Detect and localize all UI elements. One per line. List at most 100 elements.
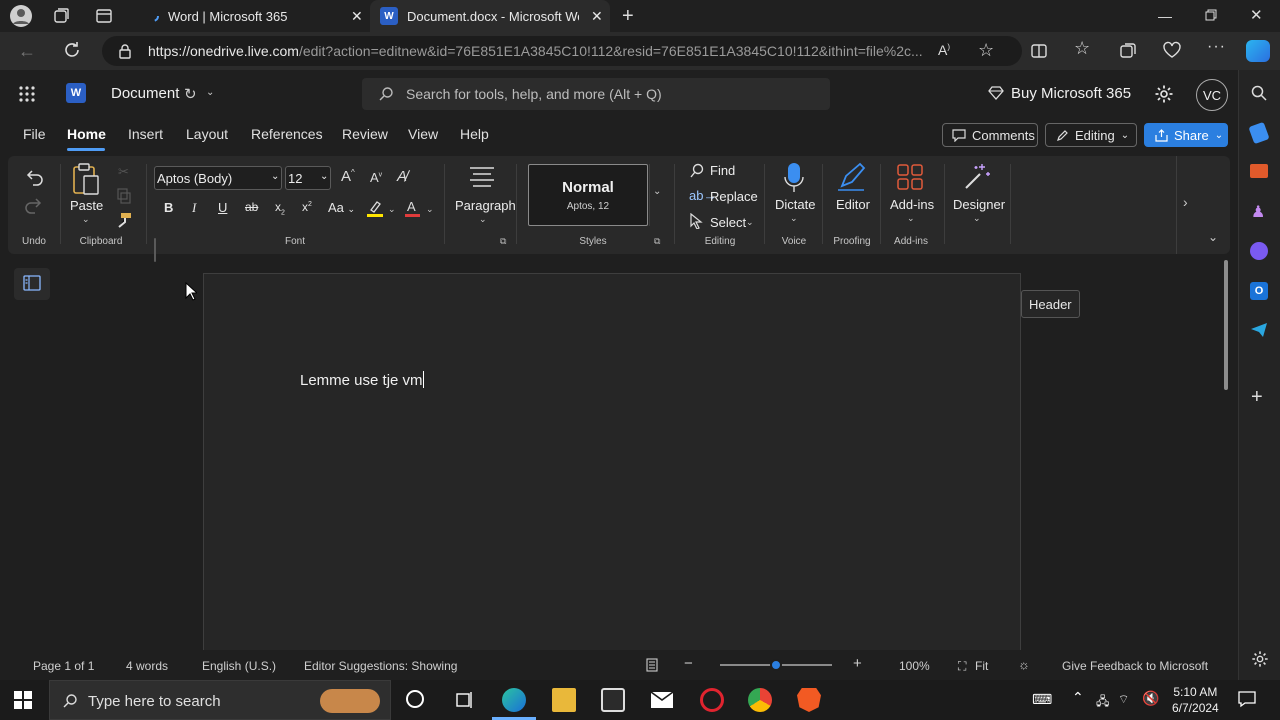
document-page[interactable]: Lemme use tje vm (203, 273, 1021, 693)
edge-taskbar-icon[interactable] (502, 688, 526, 712)
system-clock[interactable]: 5:10 AM 6/7/2024 (1172, 684, 1219, 716)
underline-icon[interactable]: U (218, 200, 227, 215)
font-name-combobox[interactable]: Aptos (Body) ⌄ (154, 166, 282, 190)
comments-button[interactable]: Comments (942, 123, 1038, 147)
shopping-tag-icon[interactable] (1248, 121, 1270, 145)
chrome-icon[interactable] (748, 688, 772, 712)
chevron-down-icon[interactable]: ⌄ (388, 204, 396, 215)
share-button[interactable]: Share ⌄ (1144, 123, 1228, 147)
font-color-icon[interactable]: A (404, 198, 422, 218)
buy-microsoft365-link[interactable]: Buy Microsoft 365 (1011, 85, 1131, 102)
add-sidebar-app-icon[interactable]: + (1251, 386, 1263, 409)
chevron-down-icon[interactable]: ⌄ (790, 213, 798, 224)
paste-icon[interactable] (70, 162, 102, 196)
dialog-launcher-icon[interactable]: ⧉ (500, 236, 506, 247)
paragraph-label[interactable]: Paragraph (455, 198, 516, 213)
find-button[interactable]: Find (710, 163, 735, 178)
addins-grid-icon[interactable] (896, 163, 924, 191)
vertical-scrollbar-thumb[interactable] (1224, 260, 1228, 390)
keyboard-icon[interactable]: ⌨ (1032, 691, 1052, 708)
restore-icon[interactable] (1204, 8, 1218, 22)
tab-word-microsoft365[interactable]: Word | Microsoft 365 ✕ (136, 0, 368, 32)
tab-help[interactable]: Help (460, 126, 489, 142)
give-feedback-link[interactable]: Give Feedback to Microsoft (1062, 659, 1208, 673)
new-tab-icon[interactable]: + (622, 5, 634, 28)
editor-button[interactable]: Editor (836, 197, 870, 212)
copilot-icon[interactable] (1246, 40, 1270, 62)
collections-icon[interactable] (1118, 41, 1138, 61)
search-tools-input[interactable]: Search for tools, help, and more (Alt + … (362, 78, 830, 110)
replace-button[interactable]: Replace (710, 189, 758, 204)
strikethrough-icon[interactable]: ab (245, 200, 258, 214)
refresh-icon[interactable] (62, 40, 82, 60)
find-icon[interactable] (688, 162, 706, 180)
minimize-icon[interactable]: — (1158, 8, 1172, 24)
chevron-down-icon[interactable]: ⌄ (82, 214, 90, 225)
microsoft-store-icon[interactable] (601, 688, 625, 712)
taskbar-search-input[interactable]: Type here to search (49, 680, 391, 720)
zoom-in-icon[interactable]: + (853, 655, 862, 672)
file-explorer-icon[interactable] (552, 688, 576, 712)
tab-review[interactable]: Review (342, 126, 388, 142)
chevron-down-icon[interactable]: ⌄ (206, 87, 214, 98)
more-menu-icon[interactable]: ··· (1207, 38, 1226, 56)
favorites-icon[interactable]: ☆ (1074, 38, 1090, 59)
chevron-down-icon[interactable]: ⌄ (426, 204, 434, 215)
close-tab-icon[interactable]: ✕ (351, 8, 363, 25)
zoom-percent[interactable]: 100% (899, 659, 930, 673)
url-bar[interactable]: https://onedrive.live.com/edit?action=ed… (102, 36, 1022, 66)
brightness-icon[interactable]: ☼ (1018, 657, 1030, 672)
dialog-launcher-icon[interactable]: ⧉ (654, 236, 660, 247)
wifi-icon[interactable]: ⌔ (1118, 692, 1129, 707)
sidebar-settings-icon[interactable] (1251, 650, 1269, 668)
paste-label[interactable]: Paste (70, 198, 103, 213)
collapse-ribbon-icon[interactable]: ⌄ (1208, 230, 1218, 244)
show-hidden-icons-chevron[interactable]: ⌃ (1072, 689, 1084, 706)
subscript-icon[interactable]: x2 (275, 200, 285, 216)
italic-icon[interactable]: I (192, 200, 196, 216)
favorite-star-icon[interactable]: ☆ (978, 40, 994, 61)
tab-actions-icon[interactable] (95, 7, 113, 25)
navigation-pane-button[interactable] (14, 268, 50, 300)
profile-icon[interactable] (10, 5, 32, 27)
redo-icon[interactable] (24, 196, 44, 214)
tab-layout[interactable]: Layout (186, 126, 228, 142)
browser-essentials-icon[interactable] (1162, 41, 1182, 59)
font-size-combobox[interactable]: 12 ⌄ (285, 166, 331, 190)
mail-icon[interactable] (650, 690, 674, 710)
volume-muted-icon[interactable]: 🔇 (1142, 690, 1159, 707)
zoom-out-icon[interactable]: − (684, 655, 693, 672)
cortana-icon[interactable] (406, 690, 424, 708)
style-normal-card[interactable]: Normal Aptos, 12 (528, 164, 648, 226)
cut-icon[interactable]: ✂ (118, 164, 129, 180)
chevron-down-icon[interactable]: ⌄ (479, 214, 487, 225)
zoom-slider-thumb[interactable] (770, 659, 782, 671)
designer-button[interactable]: Designer (953, 197, 1005, 212)
grow-font-icon[interactable]: A^ (341, 168, 355, 185)
change-case-icon[interactable]: Aa ⌄ (328, 200, 355, 215)
document-body-text[interactable]: Lemme use tje vm (300, 371, 424, 389)
designer-wand-icon[interactable] (962, 162, 992, 192)
superscript-icon[interactable]: x2 (302, 200, 312, 214)
copilot-sidebar-icon[interactable] (1250, 242, 1268, 260)
chevron-down-icon[interactable]: ⌄ (907, 213, 915, 224)
shrink-font-icon[interactable]: Av (370, 170, 382, 185)
settings-gear-icon[interactable] (1154, 84, 1174, 104)
header-tooltip[interactable]: Header (1021, 290, 1080, 318)
zoom-slider[interactable] (720, 659, 832, 671)
paragraph-icon[interactable] (468, 166, 496, 188)
app-launcher-icon[interactable] (18, 85, 36, 103)
undo-icon[interactable] (24, 168, 44, 186)
sidebar-search-icon[interactable] (1250, 84, 1268, 102)
tab-file[interactable]: File (23, 126, 46, 142)
opera-icon[interactable] (700, 688, 724, 712)
microphone-icon[interactable] (784, 162, 804, 194)
tools-briefcase-icon[interactable] (1250, 164, 1268, 178)
focus-mode-icon[interactable] (646, 658, 658, 672)
avatar[interactable]: VC (1196, 79, 1228, 111)
editor-pen-icon[interactable] (836, 162, 868, 192)
workspaces-icon[interactable] (52, 7, 70, 25)
chevron-down-icon[interactable]: ⌄ (746, 217, 754, 228)
fit-button[interactable]: Fit (975, 659, 988, 673)
games-icon[interactable]: ♟ (1251, 202, 1265, 222)
